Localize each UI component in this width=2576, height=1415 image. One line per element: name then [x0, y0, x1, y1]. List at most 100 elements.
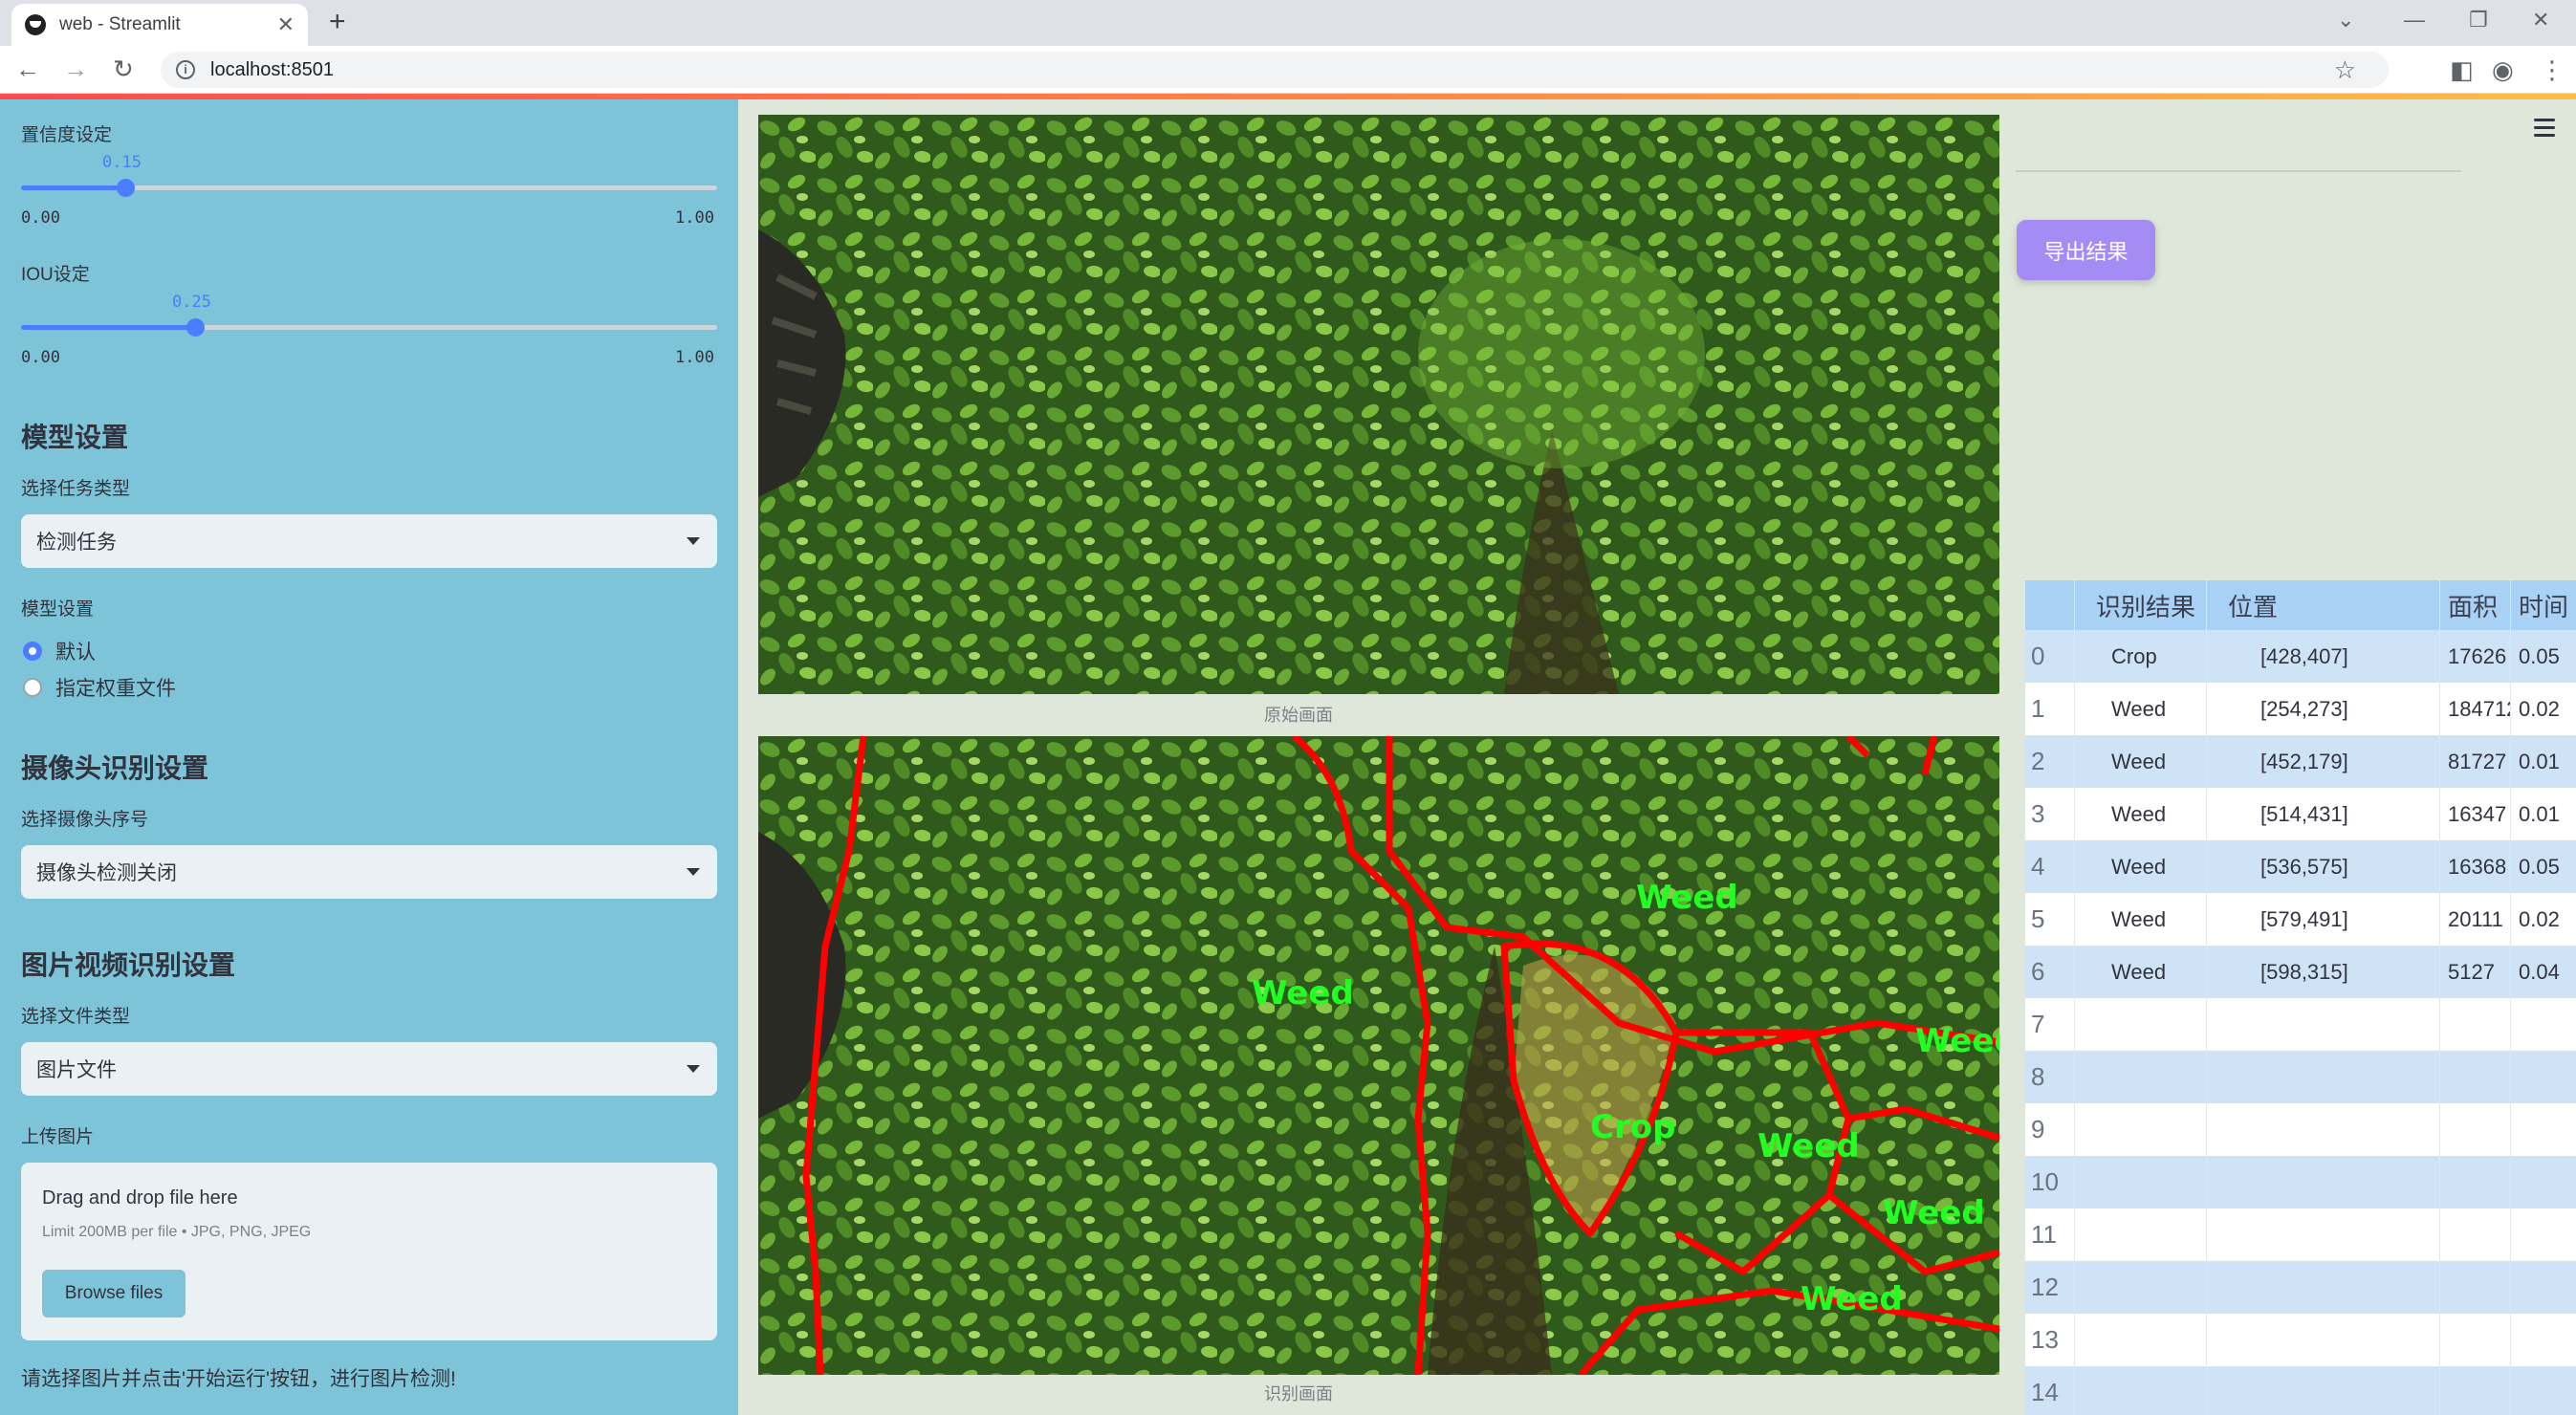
browser-tab[interactable]: web - Streamlit ✕: [11, 4, 308, 46]
minimize-icon[interactable]: —: [2404, 8, 2425, 33]
row-index: 12: [2025, 1261, 2075, 1314]
row-time: [2511, 1156, 2576, 1208]
restore-icon[interactable]: ❐: [2469, 8, 2488, 33]
hamburger-menu-icon[interactable]: [2534, 119, 2555, 142]
overlay-label-weed-5: Weed: [1883, 1194, 1985, 1232]
row-position: [2207, 1103, 2440, 1156]
new-tab-icon[interactable]: +: [329, 6, 346, 38]
dropzone-limit-text: Limit 200MB per file • JPG, PNG, JPEG: [42, 1224, 312, 1240]
row-index: 11: [2025, 1208, 2075, 1261]
iou-min: 0.00: [21, 348, 60, 367]
table-row[interactable]: 8: [2025, 1051, 2576, 1103]
address-bar[interactable]: i localhost:8501 ☆: [161, 52, 2389, 88]
bookmark-star-icon[interactable]: ☆: [2334, 55, 2356, 85]
detected-image-canvas: Weed Weed Crop Weed Weed Weed Weed: [758, 736, 1999, 1375]
task-type-select[interactable]: 检测任务: [21, 514, 717, 568]
table-row[interactable]: 7: [2025, 998, 2576, 1051]
table-row[interactable]: 11: [2025, 1208, 2576, 1261]
media-section-title: 图片视频识别设置: [21, 950, 236, 980]
row-index: 5: [2025, 893, 2075, 946]
row-time: [2511, 998, 2576, 1051]
model-section-title: 模型设置: [21, 423, 129, 452]
iou-slider-thumb[interactable]: [186, 318, 205, 337]
close-tab-icon[interactable]: ✕: [277, 12, 295, 37]
row-index: 13: [2025, 1314, 2075, 1366]
side-panel-icon[interactable]: ◧: [2450, 55, 2474, 85]
row-result: Weed: [2075, 735, 2207, 788]
camera-index-select[interactable]: 摄像头检测关闭: [21, 845, 717, 899]
radio-selected-icon[interactable]: [23, 642, 42, 661]
table-row[interactable]: 1Weed[254,273]1847120.02: [2025, 683, 2576, 735]
row-result: Weed: [2075, 840, 2207, 893]
radio-unselected-icon[interactable]: [23, 678, 42, 697]
row-area: [2440, 998, 2511, 1051]
table-row[interactable]: 0 Crop [428,407] 17626 0.05: [2025, 630, 2576, 683]
row-index: 6: [2025, 946, 2075, 998]
row-time: [2511, 1051, 2576, 1103]
table-row[interactable]: 5 Weed [579,491] 20111 0.02: [2025, 893, 2576, 946]
header-position[interactable]: 位置: [2207, 580, 2440, 630]
iou-slider[interactable]: [21, 318, 717, 337]
back-icon[interactable]: ←: [15, 54, 40, 84]
reload-icon[interactable]: ↻: [113, 54, 134, 84]
table-row[interactable]: 2 Weed [452,179] 81727 0.01: [2025, 735, 2576, 788]
task-type-value: 检测任务: [36, 532, 117, 554]
header-time[interactable]: 时间: [2511, 580, 2576, 630]
row-result: Crop: [2075, 630, 2207, 683]
table-row[interactable]: 9: [2025, 1103, 2576, 1156]
row-time: 0.02: [2511, 893, 2576, 946]
results-table[interactable]: 识别结果 位置 面积 时间 0 Crop [428,407] 17626 0.05 1 We…: [2025, 580, 2576, 1415]
row-result: [2075, 1208, 2207, 1261]
forward-icon[interactable]: →: [63, 54, 88, 84]
browse-files-button[interactable]: Browse files: [42, 1270, 186, 1317]
header-index: [2025, 580, 2075, 630]
row-time: [2511, 1208, 2576, 1261]
header-area[interactable]: 面积: [2440, 580, 2511, 630]
row-area: 81727: [2440, 735, 2511, 788]
streamlit-favicon-icon: [25, 14, 46, 35]
table-row[interactable]: 14: [2025, 1366, 2576, 1415]
row-area: [2440, 1366, 2511, 1415]
row-index: 9: [2025, 1103, 2075, 1156]
close-window-icon[interactable]: ✕: [2532, 8, 2549, 33]
export-results-button[interactable]: 导出结果: [2017, 220, 2155, 280]
row-time: [2511, 1314, 2576, 1366]
radio-custom-weights[interactable]: 指定权重文件: [23, 673, 176, 702]
model-setting-label: 模型设置: [21, 599, 95, 620]
confidence-label: 置信度设定: [21, 125, 113, 145]
chevron-down-icon: [687, 537, 700, 545]
row-position: [2207, 1208, 2440, 1261]
radio-default-label: 默认: [55, 642, 96, 664]
original-image-canvas: [758, 115, 1999, 694]
chevron-down-icon: [687, 1065, 700, 1073]
radio-default[interactable]: 默认: [23, 637, 96, 665]
camera-section-title: 摄像头识别设置: [21, 753, 209, 783]
tab-search-chevron-icon[interactable]: ⌄: [2337, 8, 2354, 33]
table-row[interactable]: 4 Weed [536,575] 16368 0.05: [2025, 840, 2576, 893]
header-result[interactable]: 识别结果: [2075, 580, 2207, 630]
row-index: 8: [2025, 1051, 2075, 1103]
table-row[interactable]: 10: [2025, 1156, 2576, 1208]
row-time: [2511, 1366, 2576, 1415]
file-type-select[interactable]: 图片文件: [21, 1042, 717, 1096]
table-row[interactable]: 3 Weed [514,431] 16347 0.01: [2025, 788, 2576, 840]
row-index: 7: [2025, 998, 2075, 1051]
confidence-slider-thumb[interactable]: [117, 179, 135, 197]
file-uploader-dropzone[interactable]: Drag and drop file here Limit 200MB per …: [21, 1163, 717, 1340]
row-result: [2075, 1261, 2207, 1314]
row-area: 16368: [2440, 840, 2511, 893]
table-row[interactable]: 13: [2025, 1314, 2576, 1366]
row-result: [2075, 998, 2207, 1051]
table-row[interactable]: 6 Weed [598,315] 5127 0.04: [2025, 946, 2576, 998]
table-row[interactable]: 12: [2025, 1261, 2576, 1314]
row-index: 2: [2025, 735, 2075, 788]
browser-toolbar: ← → ↻ i localhost:8501 ☆ ◧ ◉ ⋮: [0, 46, 2576, 94]
row-position: [2207, 1261, 2440, 1314]
row-area: [2440, 1051, 2511, 1103]
site-info-icon[interactable]: i: [176, 60, 195, 79]
profile-avatar-icon[interactable]: ◉: [2492, 55, 2514, 85]
sidebar: 置信度设定 0.15 0.00 1.00 IOU设定 0.25 0.00 1.0…: [0, 99, 738, 1415]
overlay-label-weed-4: Weed: [1915, 1022, 1999, 1060]
confidence-slider[interactable]: [21, 179, 717, 197]
browser-menu-icon[interactable]: ⋮: [2540, 55, 2565, 85]
